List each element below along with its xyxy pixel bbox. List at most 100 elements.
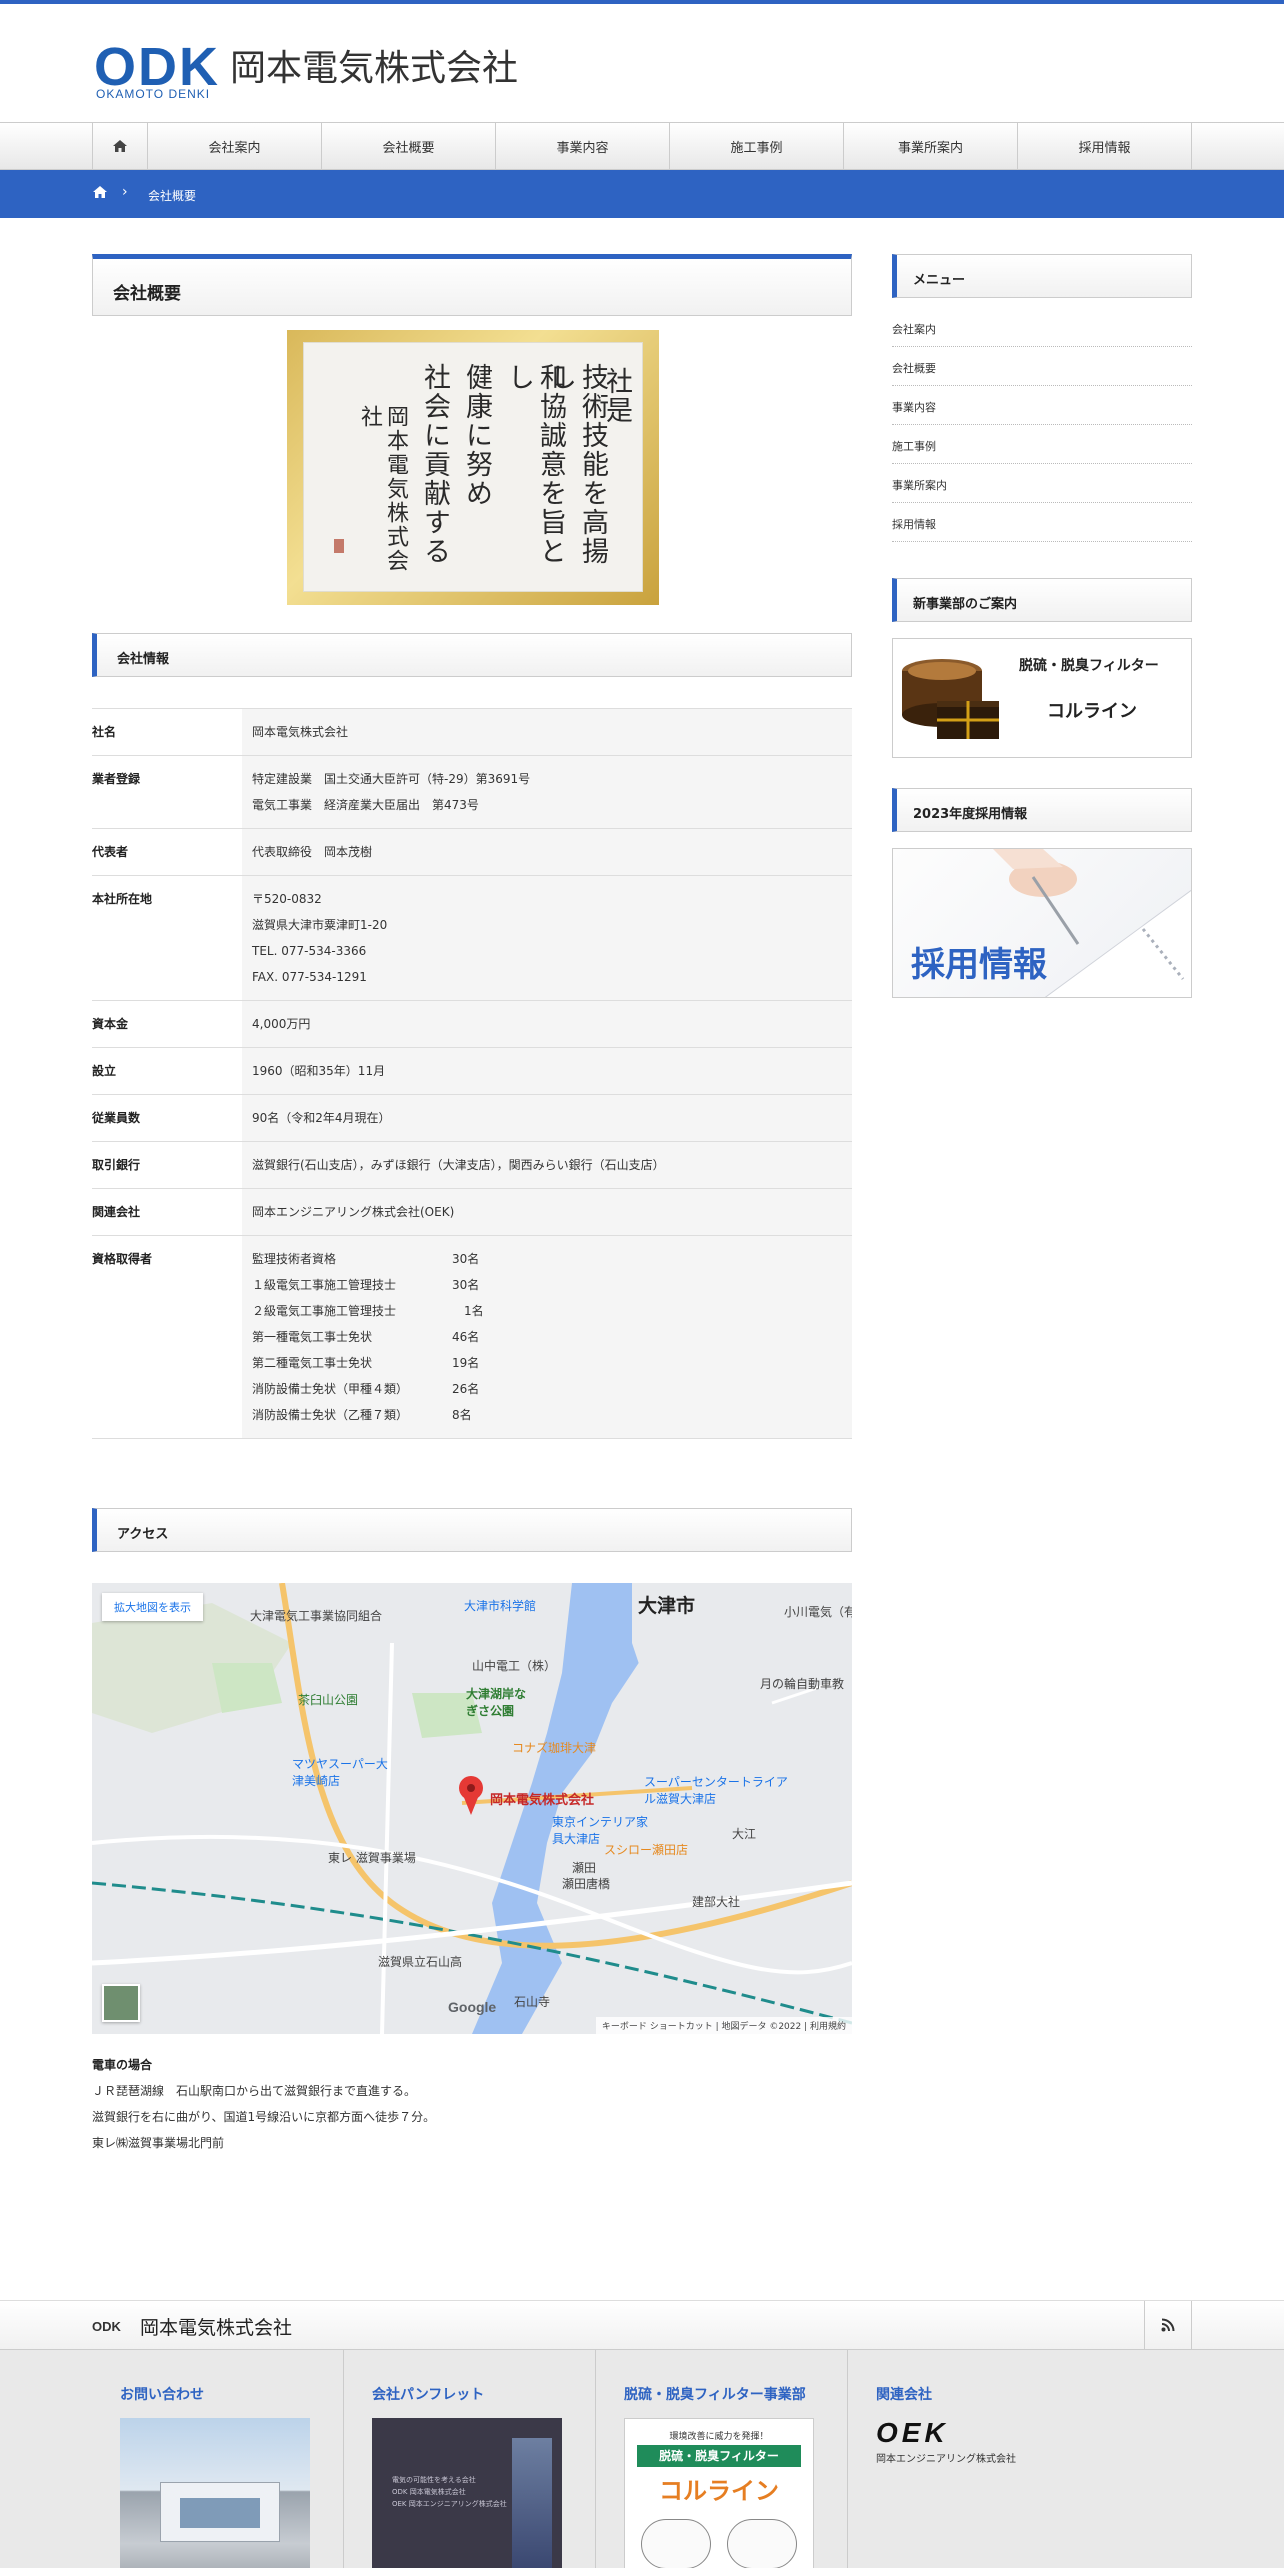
company-info-table: 社名 岡本電気株式会社 業者登録 特定建設業 国土交通大臣許可（特-29）第36… (92, 708, 852, 1439)
recruit-banner-text: 採用情報 (911, 945, 1047, 985)
nav-item-business[interactable]: 事業内容 (496, 123, 670, 169)
page-title: 会社概要 (92, 254, 852, 316)
row-label: 社名 (92, 709, 242, 755)
row-value: 岡本エンジニアリング株式会社(OEK) (252, 1205, 455, 1219)
motto-column: 社会に貢献する (419, 363, 450, 566)
office-building-image[interactable] (120, 2418, 310, 2568)
direction-line: 東レ㈱滋賀事業場北門前 (92, 2136, 225, 2150)
map-satellite-toggle[interactable] (102, 1984, 140, 2022)
qualification-item: 消防設備士免状（甲種４類） 26名 (252, 1376, 842, 1402)
recruit-banner[interactable]: 採用情報 (892, 848, 1192, 998)
nav-item-recruit[interactable]: 採用情報 (1018, 123, 1192, 169)
pamphlet-text: ODK 岡本電気株式会社 (392, 2488, 466, 2496)
table-row: 従業員数 90名（令和2年4月現在） (92, 1095, 852, 1142)
table-row: 本社所在地 〒520-0832 滋賀県大津市粟津町1-20 TEL. 077-5… (92, 876, 852, 1001)
pamphlet-text: 電気の可能性を考える会社 (392, 2476, 476, 2484)
nav-item-offices[interactable]: 事業所案内 (844, 123, 1018, 169)
pamphlet-text: OEK 岡本エンジニアリング株式会社 (392, 2500, 507, 2508)
logo-subtitle: OKAMOTO DENKI (96, 87, 211, 101)
map-google-logo: Google (448, 1999, 497, 2015)
qualification-item: 第二種電気工事士免状 19名 (252, 1350, 842, 1376)
map-label: 小川電気（有） (784, 1605, 852, 1619)
row-label: 資本金 (92, 1001, 242, 1047)
qualification-item: 第一種電気工事士免状 46名 (252, 1324, 842, 1350)
filter-flyer-image[interactable]: 環境改善に威力を発揮！ 脱硫・脱臭フィルター コルライン (624, 2418, 814, 2568)
filter-banner-line2: コルライン (1047, 701, 1137, 722)
map-label: マツヤスーパー大津美崎店 (292, 1757, 388, 1788)
row-label: 従業員数 (92, 1095, 242, 1141)
section-heading-access: アクセス (92, 1508, 852, 1552)
footer-logo-mark[interactable]: ODK (92, 2319, 121, 2334)
map-label: 大江 (732, 1827, 757, 1841)
qualification-name: １級電気工事施工管理技士 (252, 1278, 397, 1292)
filter-banner[interactable]: 脱硫・脱臭フィルター コルライン (892, 638, 1192, 758)
row-label: 本社所在地 (92, 876, 242, 1000)
oek-logo[interactable]: OEK (876, 2418, 1072, 2448)
map-footer-links[interactable]: キーボード ショートカット | 地図データ ©2022 | 利用規約 (595, 2017, 852, 2034)
qualification-list: 監理技術者資格 30名 １級電気工事施工管理技士 30名 ２級電気工事施工管理技士 … (242, 1236, 852, 1438)
qualification-count: 1名 (452, 1304, 484, 1318)
map-label: 石山寺 (514, 1995, 551, 2009)
qualification-count: 19名 (452, 1356, 480, 1370)
footer-widget-title[interactable]: 脱硫・脱臭フィルター事業部 (624, 2384, 819, 2404)
footer-company-name[interactable]: 岡本電気株式会社 (140, 2313, 292, 2340)
logo-mark[interactable]: ODK (94, 40, 220, 94)
footer-widget-affiliate: 関連会社 OEK 岡本エンジニアリング株式会社 (848, 2350, 1100, 2568)
site-header: ODK OKAMOTO DENKI 岡本電気株式会社 (0, 4, 1284, 122)
table-row: 資格取得者 監理技術者資格 30名 １級電気工事施工管理技士 30名 ２級電気工事施… (92, 1236, 852, 1439)
row-label: 資格取得者 (92, 1236, 242, 1438)
nav-item-company-guide[interactable]: 会社案内 (148, 123, 322, 169)
sidebar-menu: 会社案内 会社概要 事業内容 施工事例 事業所案内 採用情報 (892, 308, 1192, 542)
map-label: スーパーセンタートライアル滋賀大津店 (644, 1775, 788, 1806)
row-value: 1960（昭和35年）11月 (252, 1064, 386, 1078)
nav-item-company-overview[interactable]: 会社概要 (322, 123, 496, 169)
flyer-text: 環境改善に威力を発揮！ (669, 2432, 769, 2442)
qualification-item: １級電気工事施工管理技士 30名 (252, 1272, 842, 1298)
footer-widget-filter: 脱硫・脱臭フィルター事業部 環境改善に威力を発揮！ 脱硫・脱臭フィルター コルラ… (596, 2350, 848, 2568)
footer-widget-title[interactable]: お問い合わせ (120, 2384, 315, 2404)
map-label: 月の輪自動車教 (760, 1677, 845, 1691)
row-label: 設立 (92, 1048, 242, 1094)
row-value: 電気工事業 経済産業大臣届出 第473号 (252, 798, 479, 812)
global-nav: 会社案内 会社概要 事業内容 施工事例 事業所案内 採用情報 (0, 122, 1284, 170)
row-value: FAX. 077-534-1291 (252, 970, 367, 984)
breadcrumb-home-link[interactable] (92, 184, 108, 203)
sidebar-item-works[interactable]: 施工事例 (892, 425, 1192, 464)
qualification-count: 46名 (452, 1330, 480, 1344)
enlarge-map-link[interactable]: 拡大地図を表示 (102, 1593, 203, 1621)
nav-item-works[interactable]: 施工事例 (670, 123, 844, 169)
section-heading-company-info: 会社情報 (92, 633, 852, 677)
map-label: 東レ 滋賀事業場 (328, 1851, 416, 1865)
row-value: 〒520-0832 (252, 892, 322, 906)
sidebar-item-company-guide[interactable]: 会社案内 (892, 308, 1192, 347)
pamphlet-image[interactable]: 電気の可能性を考える会社 ODK 岡本電気株式会社 OEK 岡本エンジニアリング… (372, 2418, 562, 2568)
direction-line: 滋賀銀行を右に曲がり、国道1号線沿いに京都方面へ徒歩７分。 (92, 2110, 436, 2124)
filter-banner-line1: 脱硫・脱臭フィルター (1019, 658, 1159, 674)
qualification-item: ２級電気工事施工管理技士 1名 (252, 1298, 842, 1324)
rss-button[interactable] (1144, 2301, 1192, 2349)
row-label: 代表者 (92, 829, 242, 875)
breadcrumb-current: 会社概要 (148, 189, 197, 203)
nav-home-button[interactable] (92, 123, 148, 169)
sidebar-item-offices[interactable]: 事業所案内 (892, 464, 1192, 503)
corporate-motto-image: 社是 技術技能を高揚し 和協誠意を旨とし 健康に努め 社会に貢献する 岡本電気株… (287, 330, 659, 605)
filter-product-image (902, 659, 999, 739)
map-label: 大津電気工事業協同組合 (250, 1609, 383, 1623)
sidebar-item-business[interactable]: 事業内容 (892, 386, 1192, 425)
footer-widget-title[interactable]: 関連会社 (876, 2384, 1072, 2404)
footer-widget-title[interactable]: 会社パンフレット (372, 2384, 567, 2404)
oek-company-name: 岡本エンジニアリング株式会社 (876, 2454, 1016, 2465)
map-label: コナズ珈琲大津 (512, 1741, 597, 1755)
row-value: 特定建設業 国土交通大臣許可（特-29）第3691号 (252, 772, 531, 786)
sidebar-item-company-overview[interactable]: 会社概要 (892, 347, 1192, 386)
row-value: 90名（令和2年4月現在） (252, 1111, 391, 1125)
home-icon (93, 186, 107, 198)
sidebar-item-recruit[interactable]: 採用情報 (892, 503, 1192, 542)
footer-widget-pamphlet: 会社パンフレット 電気の可能性を考える会社 ODK 岡本電気株式会社 OEK 岡… (344, 2350, 596, 2568)
access-directions: 電車の場合 ＪＲ琵琶湖線 石山駅南口から出て滋賀銀行まで直進する。 滋賀銀行を右… (92, 2052, 852, 2156)
qualification-count: 30名 (452, 1278, 480, 1292)
map-label-city: 大津市 (638, 1595, 696, 1617)
access-map[interactable]: 拡大地図を表示 大津市 岡本電気株式会社 大津電気工事業協同組合 大津市科学館 … (92, 1583, 852, 2034)
site-title[interactable]: 岡本電気株式会社 (230, 46, 518, 92)
table-row: 設立 1960（昭和35年）11月 (92, 1048, 852, 1095)
